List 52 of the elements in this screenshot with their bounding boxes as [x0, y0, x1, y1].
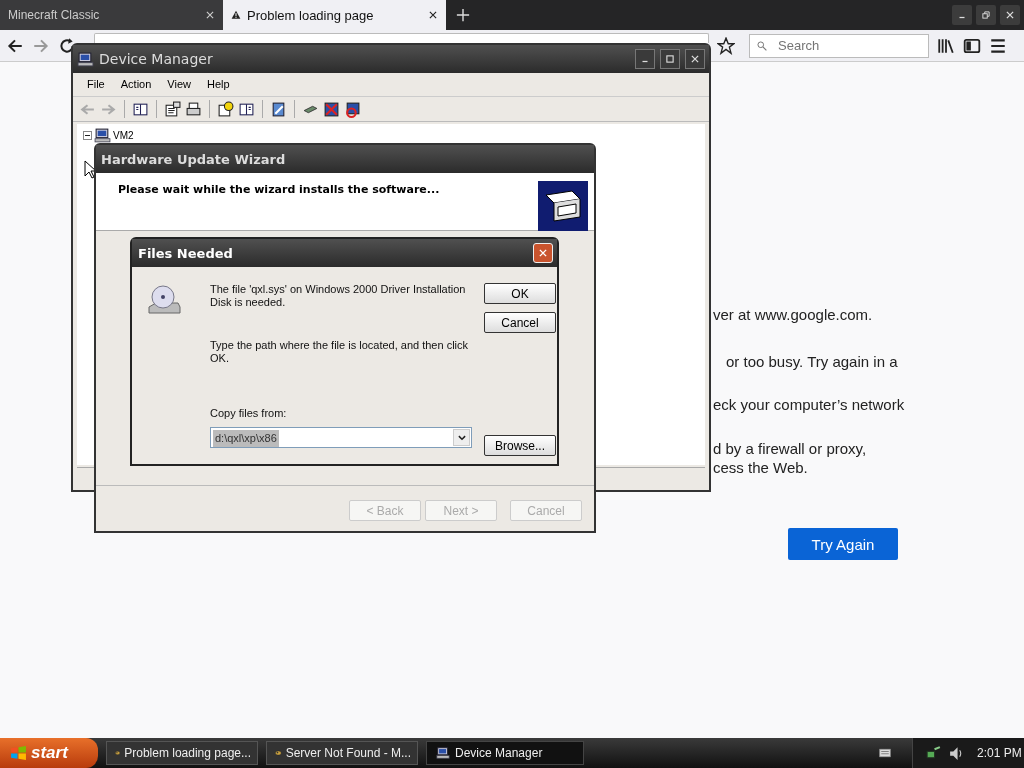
maximize-icon[interactable] — [665, 54, 675, 64]
dialog-title: Files Needed — [138, 245, 234, 261]
tree-item[interactable]: VM2 — [113, 130, 134, 141]
disc-drive-icon — [146, 283, 182, 317]
cursor-icon — [84, 160, 96, 179]
menu-item[interactable]: Help — [198, 76, 238, 92]
error-text: eck your computer’s network — [713, 395, 905, 414]
library-icon[interactable] — [937, 36, 955, 55]
heading-text: Please wait while the wizard installs the software... — [118, 183, 440, 198]
window-title: Device Manager — [99, 51, 214, 67]
menu-icon[interactable] — [989, 36, 1007, 55]
help-icon[interactable] — [217, 100, 234, 118]
instruction-text: Type the path where the file is located, and then click OK. — [210, 339, 470, 365]
keyboard-icon[interactable] — [878, 747, 892, 759]
computer-icon — [435, 746, 451, 760]
message-text: The file 'qxl.sys' on Windows 2000 Driver Installation Disk is needed. — [210, 283, 467, 309]
windows-logo-icon — [10, 744, 27, 762]
taskbar-button[interactable]: Problem loading page... — [106, 741, 258, 765]
printer-icon[interactable] — [185, 100, 202, 118]
error-text: d by a firewall or proxy, — [713, 439, 868, 458]
browser-tab[interactable]: Problem loading page — [223, 0, 446, 30]
taskbar-button[interactable]: Device Manager — [426, 741, 584, 765]
computer-icon — [94, 127, 111, 144]
error-text: ver at www.google.com. — [713, 305, 874, 324]
star-icon[interactable] — [717, 36, 735, 55]
try-again-button[interactable]: Try Again — [788, 528, 898, 560]
browse-button[interactable]: Browse... — [484, 435, 556, 456]
menu-item[interactable]: Action — [112, 76, 160, 92]
taskbar-button[interactable]: Server Not Found - M... — [266, 741, 418, 765]
field-label: Copy files from: — [210, 407, 288, 419]
start-button[interactable]: start — [0, 738, 98, 768]
properties-icon[interactable] — [164, 100, 181, 118]
new-tab-icon[interactable] — [456, 8, 470, 22]
sidebar-icon[interactable] — [963, 36, 981, 55]
path-combo-box[interactable]: d:\qxl\xp\x86 — [210, 427, 472, 448]
computer-icon — [77, 50, 94, 68]
close-icon[interactable] — [428, 10, 438, 20]
menu-item[interactable]: View — [159, 76, 199, 92]
warning-icon — [231, 10, 241, 20]
dialog-title: Hardware Update Wizard — [101, 151, 287, 167]
error-text: or too busy. Try again in a — [726, 352, 899, 371]
collapse-icon[interactable] — [83, 131, 92, 140]
search-field[interactable]: Search — [749, 33, 929, 58]
clock-text: 2:01 PM — [977, 746, 1022, 760]
ok-button[interactable]: OK — [484, 283, 556, 304]
cancel-button[interactable]: Cancel — [484, 312, 556, 333]
error-text: cess the Web. — [713, 458, 809, 477]
search-icon — [757, 40, 767, 51]
menu-item[interactable]: File — [79, 76, 113, 92]
restore-icon[interactable] — [981, 10, 991, 20]
reload-icon[interactable] — [58, 36, 76, 55]
browser-tab[interactable]: Minecraft Classic — [0, 0, 223, 30]
